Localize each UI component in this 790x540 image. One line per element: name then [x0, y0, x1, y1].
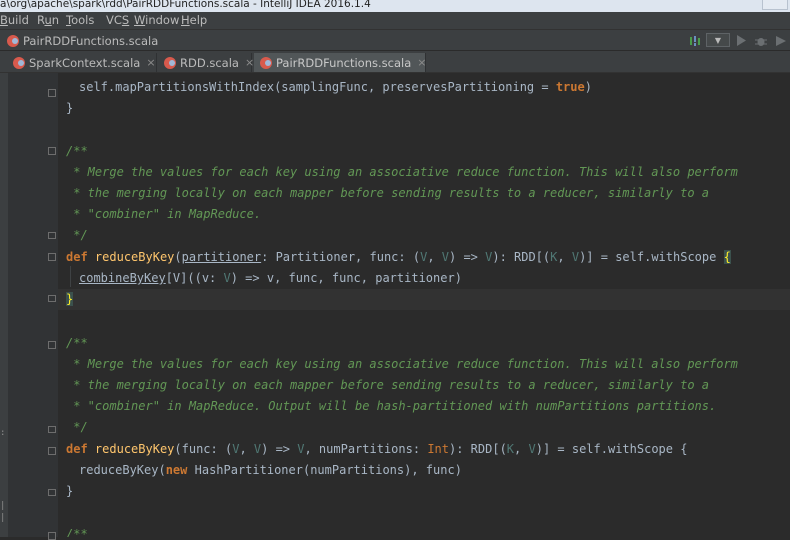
fold-marker[interactable] [48, 232, 56, 239]
doc-comment: * the merging locally on each mapper bef… [66, 378, 709, 392]
minimize-button[interactable] [762, 0, 788, 10]
indent-guide [70, 266, 71, 287]
menu-run[interactable]: Run [37, 13, 59, 27]
doc-comment: /** [66, 527, 88, 537]
fold-marker[interactable] [48, 295, 56, 302]
tab-sparkcontext[interactable]: SparkContext.scala × [7, 53, 157, 72]
code-line: combineByKey[V]((v: V) => v, func, func,… [79, 271, 462, 285]
tab-label: PairRDDFunctions.scala [276, 55, 412, 70]
scala-file-icon [260, 56, 272, 69]
doc-comment: * Merge the values for each key using an… [66, 165, 738, 179]
doc-comment: * "combiner" in MapReduce. Output will b… [66, 399, 717, 413]
close-icon[interactable]: × [417, 56, 426, 69]
code-line: } [66, 484, 74, 498]
fold-marker[interactable] [48, 489, 56, 496]
breadcrumb[interactable]: PairRDDFunctions.scala [7, 33, 158, 49]
breadcrumb-file: PairRDDFunctions.scala [23, 34, 159, 48]
scala-file-icon [7, 35, 19, 47]
scala-file-icon [164, 56, 176, 69]
scala-file-icon [13, 56, 25, 69]
fold-marker[interactable] [48, 89, 56, 97]
menu-window[interactable]: Window [134, 13, 179, 27]
doc-comment: * the merging locally on each mapper bef… [66, 186, 709, 200]
combinebykey-link[interactable]: combineByKey [79, 271, 166, 285]
doc-comment: */ [66, 420, 88, 434]
fold-marker[interactable] [48, 341, 56, 349]
editor-gutter[interactable] [8, 73, 58, 540]
navigation-bar: PairRDDFunctions.scala ▼ [0, 29, 790, 51]
run-configuration-dropdown[interactable]: ▼ [706, 33, 730, 47]
code-line: } [66, 292, 74, 306]
close-icon[interactable]: × [146, 56, 155, 69]
doc-comment: * Merge the values for each key using an… [66, 357, 738, 371]
menu-bar: Build Run Tools VCS Window Help [0, 12, 790, 29]
tab-label: RDD.scala [180, 55, 239, 70]
make-project-icon[interactable] [688, 33, 702, 48]
chevron-down-icon: ▼ [714, 35, 722, 45]
doc-comment: /** [66, 144, 88, 158]
strip-mark: | [0, 513, 6, 523]
strip-mark: : [0, 428, 6, 438]
menu-vcs[interactable]: VCS [106, 13, 129, 27]
code-line: reduceByKey(new HashPartitioner(numParti… [79, 463, 462, 477]
fold-marker[interactable] [48, 532, 56, 540]
fold-marker[interactable] [48, 147, 56, 155]
fold-marker[interactable] [48, 447, 56, 455]
tab-pairrddfunctions[interactable]: PairRDDFunctions.scala × [254, 53, 426, 72]
coverage-icon[interactable] [774, 33, 788, 48]
close-icon[interactable]: × [245, 56, 254, 69]
debug-icon[interactable] [754, 33, 768, 48]
tab-label: SparkContext.scala [29, 55, 141, 70]
title-bar: a\org\apache\spark\rdd\PairRDDFunctions.… [0, 0, 790, 12]
code-line: self.mapPartitionsWithIndex(samplingFunc… [79, 80, 592, 94]
fold-marker[interactable] [48, 253, 56, 261]
run-icon[interactable] [734, 33, 748, 48]
menu-help[interactable]: Help [181, 13, 207, 27]
menu-tools[interactable]: Tools [66, 13, 94, 27]
code-line: } [66, 101, 74, 115]
caret-row-highlight [58, 289, 790, 310]
menu-build[interactable]: Build [0, 13, 29, 27]
fold-marker[interactable] [48, 426, 56, 433]
window-title: a\org\apache\spark\rdd\PairRDDFunctions.… [0, 0, 371, 10]
tool-window-strip: : | | [0, 73, 8, 537]
method-signature: def reduceByKey(partitioner: Partitioner… [66, 250, 731, 264]
doc-comment: * "combiner" in MapReduce. [66, 207, 262, 221]
method-signature: def reduceByKey(func: (V, V) => V, numPa… [66, 442, 688, 456]
tab-rdd[interactable]: RDD.scala × [158, 53, 254, 72]
code-editor[interactable]: self.mapPartitionsWithIndex(samplingFunc… [58, 73, 790, 537]
strip-mark: | [0, 501, 6, 511]
doc-comment: */ [66, 228, 88, 242]
editor-tab-bar: SparkContext.scala × RDD.scala × PairRDD… [0, 51, 790, 73]
doc-comment: /** [66, 336, 88, 350]
